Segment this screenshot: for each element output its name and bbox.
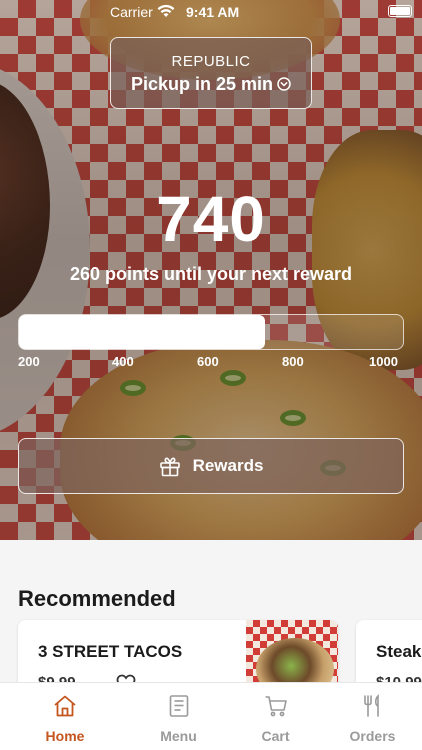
heart-icon[interactable] xyxy=(116,674,136,682)
location-selector[interactable]: REPUBLIC Pickup in 25 min xyxy=(110,37,312,109)
home-icon xyxy=(54,695,76,717)
points-balance: 740 xyxy=(156,183,266,255)
clock: 9:41 AM xyxy=(186,4,240,20)
rewards-hero: Carrier 9:41 AM REPUBLIC Pickup in 25 mi… xyxy=(0,0,422,540)
tab-cart[interactable]: Cart xyxy=(227,683,324,750)
progress-tick: 600 xyxy=(197,354,219,369)
tab-bar: Home Menu Cart Orders xyxy=(0,682,422,750)
pickup-time-label: Pickup in 25 min xyxy=(130,74,274,94)
chevron-down-icon xyxy=(277,77,291,91)
tab-label: Menu xyxy=(160,728,197,744)
section-title: Recommended xyxy=(18,586,176,611)
progress-tick: 400 xyxy=(112,354,134,369)
tab-label: Home xyxy=(45,728,85,744)
recommended-item-card[interactable]: Steak $10.99 xyxy=(356,620,422,682)
item-name: 3 STREET TACOS xyxy=(38,642,183,661)
carrier-label: Carrier xyxy=(110,4,153,20)
menu-icon xyxy=(169,695,188,717)
recommended-section: Recommended 3 STREET TACOS $9.99 Steak $… xyxy=(0,540,422,682)
orders-icon xyxy=(363,694,379,717)
tab-menu[interactable]: Menu xyxy=(130,683,227,750)
item-image xyxy=(246,620,338,682)
battery-icon xyxy=(388,5,412,17)
tab-label: Orders xyxy=(349,728,396,744)
recommended-item-card[interactable]: 3 STREET TACOS $9.99 xyxy=(18,620,338,682)
tab-orders[interactable]: Orders xyxy=(324,683,421,750)
gift-icon xyxy=(159,457,180,477)
status-bar: Carrier 9:41 AM xyxy=(0,0,422,24)
rewards-button-label: Rewards xyxy=(192,456,264,475)
item-price: $9.99 xyxy=(38,674,76,682)
wifi-icon xyxy=(157,4,175,17)
progress-tick: 800 xyxy=(282,354,304,369)
pickup-time: Pickup in 25 min xyxy=(111,74,311,95)
reward-progress-fill xyxy=(19,315,265,349)
item-price: $10.99 xyxy=(376,674,422,682)
cart-icon xyxy=(265,696,287,717)
progress-tick: 1000 xyxy=(369,354,398,369)
points-until-reward: 260 points until your next reward xyxy=(69,264,353,284)
tab-label: Cart xyxy=(261,728,290,744)
progress-ticks: 200 400 600 800 1000 xyxy=(18,354,404,372)
store-name: REPUBLIC xyxy=(171,53,251,70)
progress-tick: 200 xyxy=(18,354,40,369)
item-name: Steak xyxy=(376,642,422,661)
tab-home[interactable]: Home xyxy=(0,683,130,750)
rewards-button[interactable]: Rewards xyxy=(18,438,404,494)
reward-progress-bar xyxy=(18,314,404,350)
